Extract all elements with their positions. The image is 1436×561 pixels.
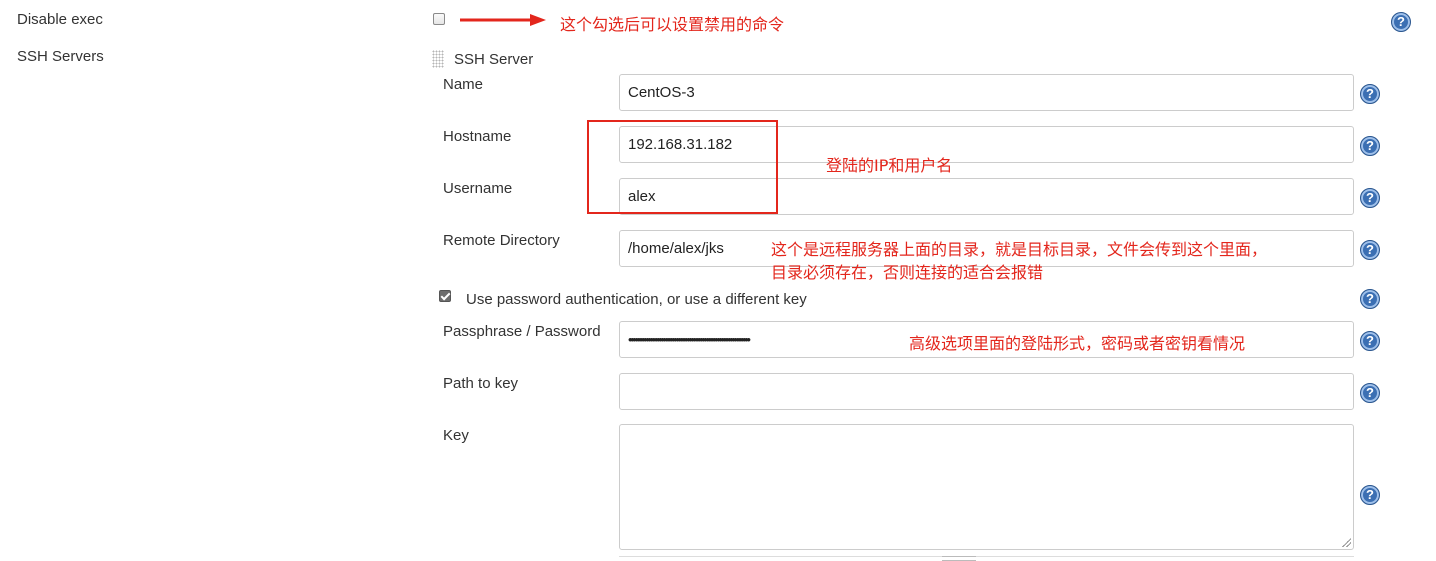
- use-password-label: Use password authentication, or use a di…: [466, 291, 807, 308]
- ssh-servers-label: SSH Servers: [17, 48, 104, 65]
- name-help-icon[interactable]: ?: [1360, 84, 1380, 104]
- username-label: Username: [443, 180, 513, 197]
- remote-directory-annotation-line2: 目录必须存在，否则连接的适合会报错: [771, 263, 1044, 282]
- username-help-icon[interactable]: ?: [1360, 188, 1380, 208]
- path-to-key-help-icon[interactable]: ?: [1360, 383, 1380, 403]
- login-annotation: 登陆的IP和用户名: [826, 156, 953, 175]
- name-input[interactable]: CentOS-3: [619, 74, 1354, 111]
- disable-exec-help-icon[interactable]: ?: [1391, 12, 1411, 32]
- disable-exec-annotation: 这个勾选后可以设置禁用的命令: [560, 15, 785, 34]
- path-to-key-input[interactable]: [619, 373, 1354, 410]
- remote-directory-annotation-line1: 这个是远程服务器上面的目录，就是目标目录，文件会传到这个里面，: [771, 240, 1268, 259]
- key-textarea[interactable]: [619, 424, 1354, 550]
- use-password-help-icon[interactable]: ?: [1360, 289, 1380, 309]
- remote-directory-help-icon[interactable]: ?: [1360, 240, 1380, 260]
- highlight-box: [587, 120, 778, 214]
- divider: [619, 556, 1354, 557]
- ssh-server-heading: SSH Server: [454, 51, 534, 68]
- passphrase-help-icon[interactable]: ?: [1360, 331, 1380, 351]
- use-password-checkbox[interactable]: [439, 290, 451, 302]
- path-to-key-label: Path to key: [443, 375, 519, 392]
- drag-handle-icon[interactable]: [432, 50, 444, 68]
- key-help-icon[interactable]: ?: [1360, 485, 1380, 505]
- hostname-help-icon[interactable]: ?: [1360, 136, 1380, 156]
- disable-exec-label: Disable exec: [17, 11, 103, 28]
- remote-directory-label: Remote Directory: [443, 232, 560, 249]
- hostname-label: Hostname: [443, 128, 512, 145]
- resize-handle-icon[interactable]: [1341, 537, 1351, 547]
- key-label: Key: [443, 427, 469, 444]
- name-label: Name: [443, 76, 484, 93]
- passphrase-label: Passphrase / Password: [443, 323, 601, 340]
- arrow-annotation-icon: [460, 14, 546, 26]
- expand-handle-icon[interactable]: [942, 556, 976, 561]
- disable-exec-checkbox[interactable]: [433, 13, 445, 25]
- advanced-annotation: 高级选项里面的登陆形式，密码或者密钥看情况: [909, 334, 1246, 353]
